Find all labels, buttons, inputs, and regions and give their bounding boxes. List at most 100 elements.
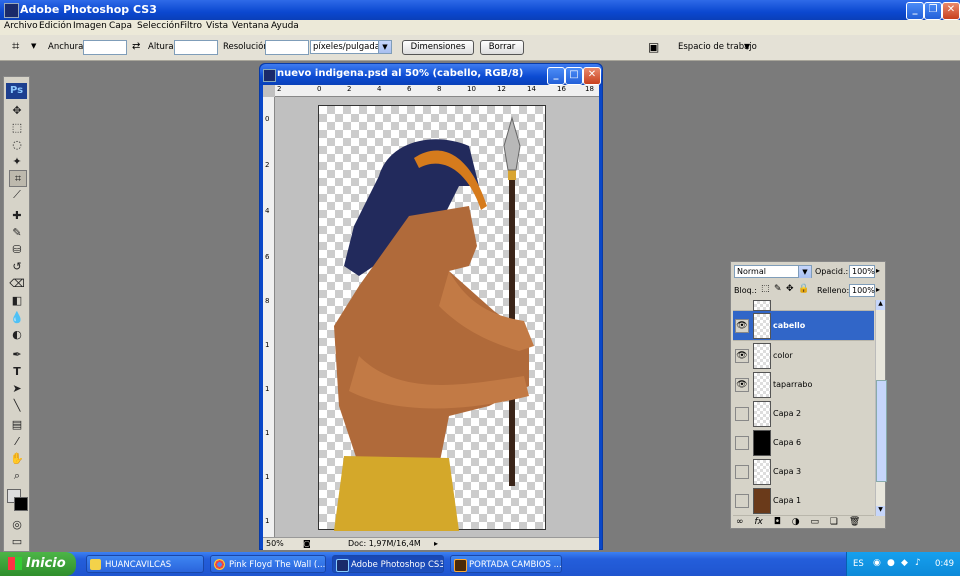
layers-scrollbar[interactable]: ▲ ▼ (875, 300, 887, 516)
task-portada[interactable]: PORTADA CAMBIOS ... (450, 555, 562, 573)
clone-stamp-tool-icon[interactable]: ⛁ (9, 242, 25, 257)
start-button[interactable]: Inicio (0, 552, 76, 576)
network-icon[interactable]: ◉ (873, 558, 881, 568)
zoom-level[interactable]: 50% (266, 539, 284, 548)
menu-vista[interactable]: Vista (206, 21, 228, 31)
zoom-tool-icon[interactable]: ⌕ (9, 468, 25, 483)
quick-mask-icon[interactable]: ◎ (9, 517, 25, 532)
palette-well-icon[interactable]: ▣ (648, 40, 659, 54)
healing-brush-tool-icon[interactable]: ✚ (9, 208, 25, 223)
clear-button[interactable]: Borrar (480, 40, 524, 55)
eraser-tool-icon[interactable]: ⌫ (9, 276, 25, 291)
resolution-units-select[interactable]: píxeles/pulgada ▼ (310, 40, 392, 54)
adjustment-layer-icon[interactable]: ◑ (792, 517, 800, 527)
menu-capa[interactable]: Capa (109, 21, 132, 31)
screen-mode-icon[interactable]: ▭ (9, 534, 25, 549)
history-brush-tool-icon[interactable]: ↺ (9, 259, 25, 274)
crop-tool-icon[interactable]: ⌗ (12, 39, 19, 54)
status-icon[interactable]: ◙ (303, 539, 311, 548)
eye-icon[interactable]: 👁 (735, 319, 749, 333)
layer-row[interactable]: Capa 1 (733, 486, 874, 516)
slice-tool-icon[interactable]: ⟋ (9, 187, 25, 202)
background-color-swatch[interactable] (14, 497, 28, 511)
doc-maximize-button[interactable]: □ (565, 67, 583, 85)
width-input[interactable] (83, 40, 127, 55)
tool-preset-dropdown-icon[interactable]: ▼ (31, 42, 36, 50)
hand-tool-icon[interactable]: ✋ (9, 451, 25, 466)
layer-mask-icon[interactable]: ◘ (774, 517, 781, 527)
resolution-input[interactable] (265, 40, 309, 55)
blur-tool-icon[interactable]: 💧 (9, 310, 25, 325)
new-layer-icon[interactable]: ❏ (830, 517, 838, 527)
workspace-chevron-down-icon[interactable]: ▼ (744, 42, 750, 51)
type-tool-icon[interactable]: T (9, 364, 25, 379)
close-button[interactable]: ✕ (942, 2, 960, 20)
menu-edicion[interactable]: Edición (39, 21, 72, 31)
volume-icon[interactable]: ♪ (915, 558, 921, 568)
path-selection-tool-icon[interactable]: ➤ (9, 381, 25, 396)
visibility-toggle[interactable] (735, 436, 749, 450)
fill-input[interactable]: 100% (849, 284, 875, 297)
lasso-tool-icon[interactable]: ◌ (9, 137, 25, 152)
restore-button[interactable]: ❐ (924, 2, 942, 20)
opacity-input[interactable]: 100% (849, 265, 875, 278)
minimize-button[interactable]: _ (906, 2, 924, 20)
layer-row-partial[interactable] (733, 300, 874, 311)
lock-position-icon[interactable]: ✥ (786, 284, 794, 294)
dimensions-button[interactable]: Dimensiones (402, 40, 474, 55)
crop-tool-button-icon[interactable]: ⌗ (9, 170, 27, 187)
menu-archivo[interactable]: Archivo (4, 21, 38, 31)
layer-row[interactable]: 👁 cabello (733, 311, 874, 341)
layer-row[interactable]: 👁 taparrabo (733, 370, 874, 400)
blend-mode-select[interactable]: Normal ▼ (734, 265, 812, 278)
opacity-slider-arrow-icon[interactable]: ▸ (876, 266, 880, 275)
image-canvas[interactable] (318, 105, 546, 531)
scroll-down-icon[interactable]: ▼ (876, 506, 885, 516)
dodge-tool-icon[interactable]: ◐ (9, 327, 25, 342)
link-layers-icon[interactable]: ∞ (736, 517, 744, 527)
task-pink-floyd[interactable]: Pink Floyd The Wall (... (210, 555, 326, 573)
magic-wand-tool-icon[interactable]: ✦ (9, 154, 25, 169)
scroll-thumb[interactable] (876, 380, 887, 482)
lock-pixels-icon[interactable]: ✎ (774, 284, 782, 294)
fill-slider-arrow-icon[interactable]: ▸ (876, 285, 880, 294)
scroll-up-icon[interactable]: ▲ (876, 300, 885, 310)
menu-seleccion[interactable]: Selección (137, 21, 180, 31)
lock-transparency-icon[interactable]: ⬚ (761, 284, 770, 294)
updates-icon[interactable]: ◆ (901, 558, 908, 568)
visibility-toggle[interactable] (735, 465, 749, 479)
menu-ventana[interactable]: Ventana (232, 21, 269, 31)
task-photoshop[interactable]: Adobe Photoshop CS3 (332, 555, 444, 573)
marquee-tool-icon[interactable]: ⬚ (9, 120, 25, 135)
doc-close-button[interactable]: ✕ (583, 67, 601, 85)
brush-tool-icon[interactable]: ✎ (9, 225, 25, 240)
status-menu-icon[interactable]: ▸ (434, 539, 438, 548)
antivirus-icon[interactable]: ● (887, 558, 895, 568)
trash-icon[interactable]: 🗑 (849, 517, 860, 527)
layer-row[interactable]: 👁 color (733, 341, 874, 371)
task-huancavilcas[interactable]: HUANCAVILCAS (86, 555, 204, 573)
move-tool-icon[interactable]: ✥ (9, 103, 25, 118)
visibility-toggle[interactable] (735, 494, 749, 508)
line-tool-icon[interactable]: ╲ (9, 398, 25, 413)
swap-dimensions-icon[interactable]: ⇄ (132, 41, 140, 52)
pen-tool-icon[interactable]: ✒ (9, 347, 25, 362)
eyedropper-tool-icon[interactable]: ⁄ (9, 434, 25, 449)
height-input[interactable] (174, 40, 218, 55)
layer-row[interactable]: Capa 2 (733, 399, 874, 429)
group-folder-icon[interactable]: ▭ (810, 517, 819, 527)
layer-style-icon[interactable]: fx (754, 517, 763, 527)
menu-imagen[interactable]: Imagen (73, 21, 107, 31)
notes-tool-icon[interactable]: ▤ (9, 417, 25, 432)
paint-bucket-tool-icon[interactable]: ◧ (9, 293, 25, 308)
eye-icon[interactable]: 👁 (735, 378, 749, 392)
menu-ayuda[interactable]: Ayuda (271, 21, 299, 31)
language-indicator[interactable]: ES (853, 559, 864, 569)
visibility-toggle[interactable] (735, 407, 749, 421)
doc-minimize-button[interactable]: _ (547, 67, 565, 85)
layer-row[interactable]: Capa 3 (733, 457, 874, 487)
lock-all-icon[interactable]: 🔒 (798, 284, 809, 294)
layer-row[interactable]: Capa 6 (733, 428, 874, 458)
eye-icon[interactable]: 👁 (735, 349, 749, 363)
menu-filtro[interactable]: Filtro (180, 21, 202, 31)
